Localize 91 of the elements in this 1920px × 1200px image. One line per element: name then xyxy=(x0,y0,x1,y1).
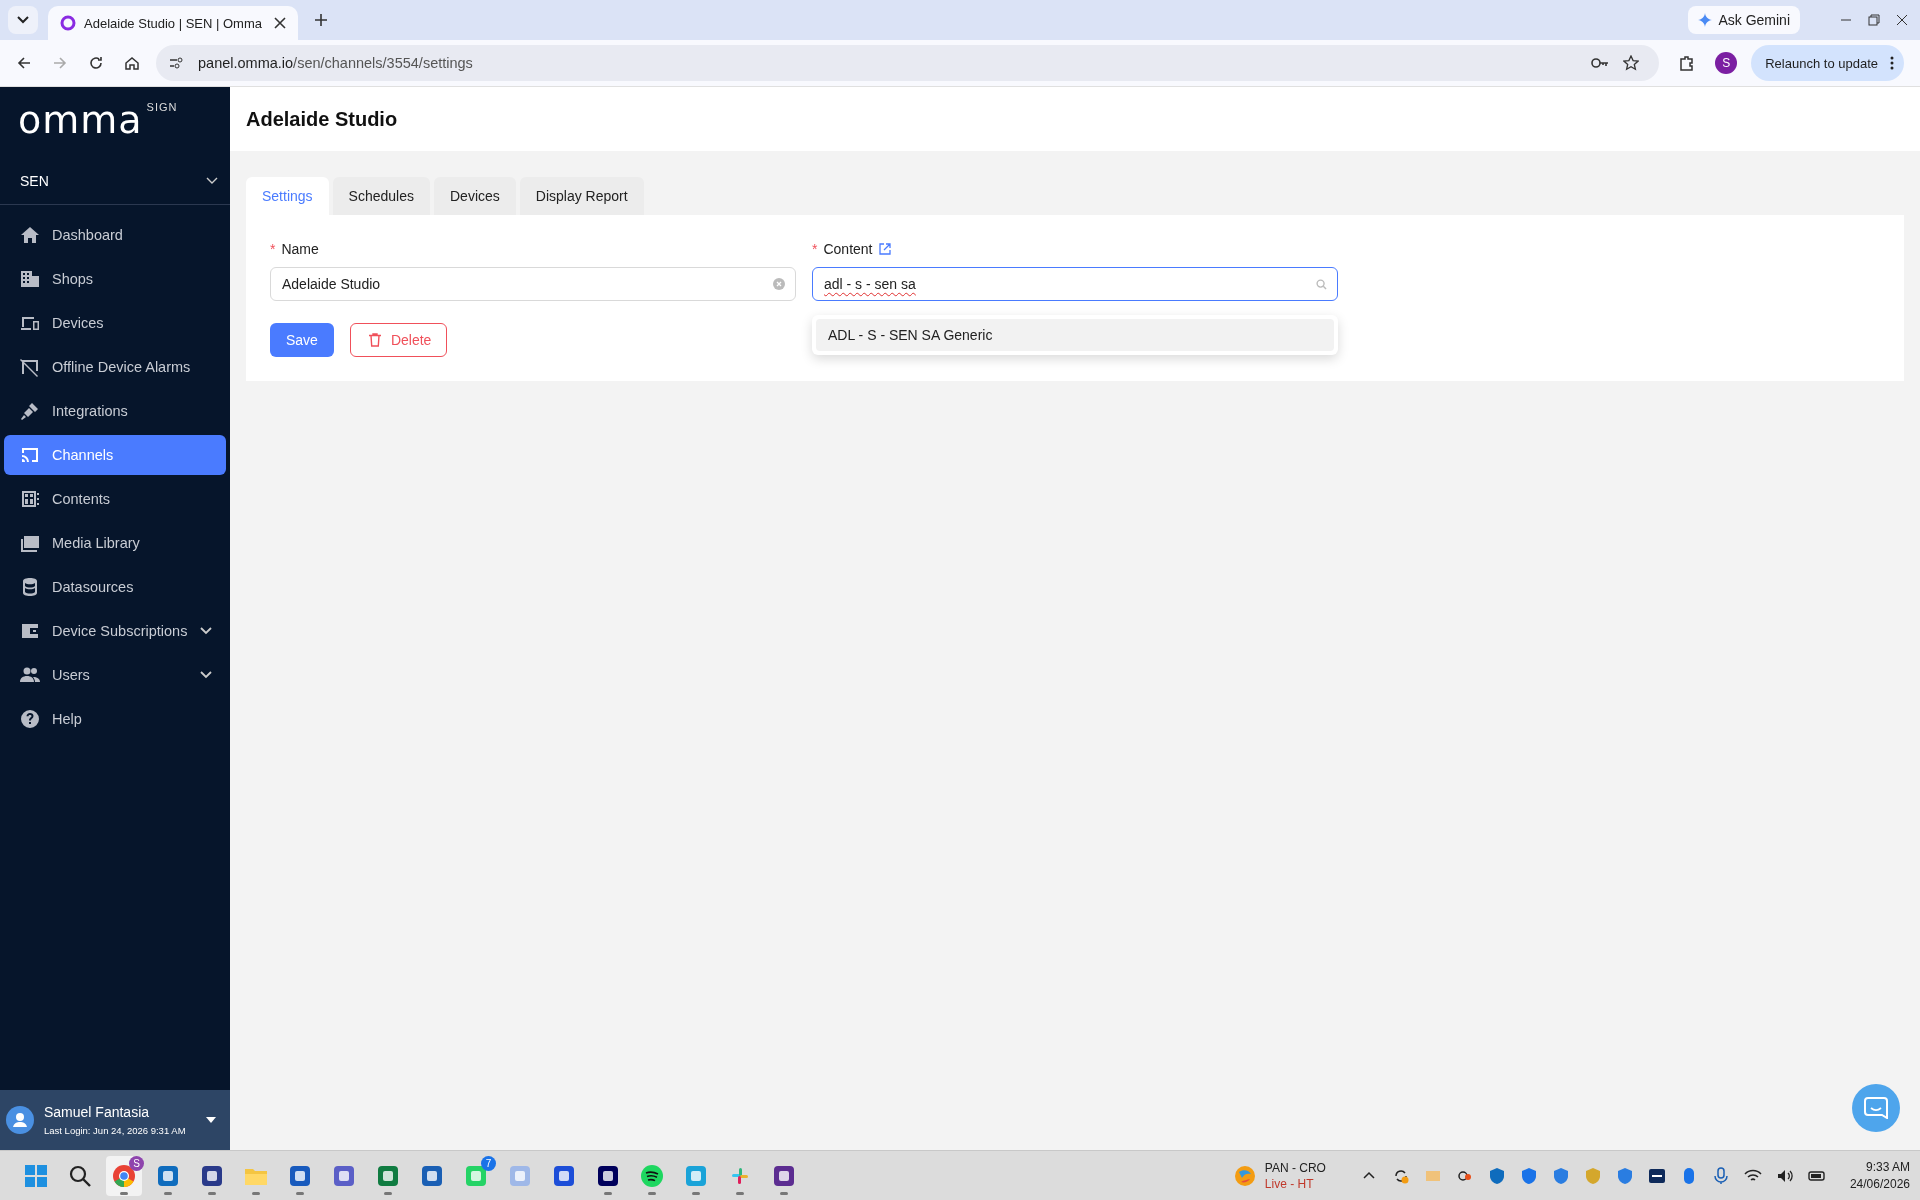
dropdown-option[interactable]: ADL - S - SEN SA Generic xyxy=(816,319,1334,351)
notification-badge: S xyxy=(129,1155,144,1171)
chevron-down-icon xyxy=(206,176,218,185)
taskbar-app[interactable]: 7 xyxy=(458,1155,494,1196)
user-panel[interactable]: Samuel Fantasia Last Login: Jun 24, 2026 9:31 AM xyxy=(0,1090,230,1150)
app-logo-icon xyxy=(60,15,76,31)
square-app-icon xyxy=(772,1163,796,1188)
users-icon xyxy=(20,665,40,685)
nav-item[interactable]: Devices xyxy=(4,303,226,343)
field-label: Name xyxy=(281,241,319,257)
reload-icon[interactable] xyxy=(88,55,104,71)
offline-icon xyxy=(20,357,40,377)
relaunch-button[interactable]: Relaunch to update xyxy=(1751,45,1904,81)
nav-item[interactable]: Integrations xyxy=(4,391,226,431)
nav-item[interactable]: Media Library xyxy=(4,523,226,563)
nav-item[interactable]: Dashboard xyxy=(4,215,226,255)
profile-avatar[interactable]: S xyxy=(1715,52,1738,74)
home-icon[interactable] xyxy=(124,55,140,71)
tab[interactable]: Settings xyxy=(246,177,329,215)
ask-gemini-button[interactable]: Ask Gemini xyxy=(1688,6,1800,34)
cast-icon xyxy=(20,445,40,465)
site-settings-icon[interactable] xyxy=(168,55,184,71)
url-text: panel.omma.io/sen/channels/3554/settings xyxy=(198,55,473,71)
plug-icon xyxy=(20,401,40,421)
nav-item[interactable]: Channels xyxy=(4,435,226,475)
nav-item[interactable]: Help xyxy=(4,699,226,739)
search-icon xyxy=(68,1163,92,1188)
more-icon xyxy=(1890,56,1894,70)
nav-item[interactable]: Device Subscriptions xyxy=(4,611,226,651)
user-name: Samuel Fantasia xyxy=(44,1104,151,1120)
widget[interactable]: PAN - CRO Live - HT xyxy=(1232,1160,1326,1191)
close-icon[interactable] xyxy=(1896,14,1908,26)
widget-title: PAN - CRO xyxy=(1264,1160,1326,1175)
text-field[interactable]: Adelaide Studio xyxy=(270,267,796,301)
windows-logo-icon xyxy=(24,1163,48,1188)
colorful-logo-icon xyxy=(1232,1163,1257,1188)
browser-icon xyxy=(112,1163,136,1188)
wallet-icon xyxy=(20,621,40,641)
required-mark: * xyxy=(812,241,818,257)
sparkle-icon xyxy=(1698,13,1713,27)
organization-selector[interactable]: SEN xyxy=(0,157,230,205)
browser-tab[interactable]: Adelaide Studio | SEN | Omma xyxy=(48,6,298,40)
last-login-text: Last Login: Jun 24, 2026 9:31 AM xyxy=(44,1125,187,1136)
building-icon xyxy=(20,269,40,289)
taskbar-app[interactable]: S xyxy=(106,1155,142,1196)
user-avatar-icon xyxy=(6,1106,34,1134)
new-tab-icon[interactable] xyxy=(314,13,328,27)
search-icon xyxy=(1316,278,1327,290)
nav-item[interactable]: Users xyxy=(4,655,226,695)
widget-subtitle: Live - HT xyxy=(1264,1176,1315,1191)
help-icon xyxy=(20,709,40,729)
database-icon xyxy=(20,577,40,597)
delete-button[interactable]: Delete xyxy=(349,323,448,357)
tab[interactable]: Devices xyxy=(434,177,516,215)
field-label: Content xyxy=(823,241,873,257)
grid-icon xyxy=(20,489,40,509)
external-link-icon[interactable] xyxy=(878,243,891,255)
chevron-down-icon[interactable] xyxy=(200,671,212,679)
logo: omma$^{SIGN}$ xyxy=(17,97,179,144)
home-icon xyxy=(20,225,40,245)
images-icon xyxy=(20,533,40,553)
chat-icon xyxy=(1864,1097,1888,1119)
key-icon[interactable] xyxy=(1591,57,1610,69)
chevron-down-icon xyxy=(17,16,29,24)
puzzle-icon[interactable] xyxy=(1679,55,1696,71)
back-icon[interactable] xyxy=(16,55,32,71)
tab-search-button[interactable] xyxy=(8,6,38,34)
chevron-down-icon[interactable] xyxy=(200,627,212,635)
notification-badge: 7 xyxy=(481,1155,496,1171)
search-field[interactable]: adl - s - sen sa xyxy=(812,267,1338,301)
nav-item[interactable]: Offline Device Alarms xyxy=(4,347,226,387)
tab-title: Adelaide Studio | SEN | Omma xyxy=(84,15,263,31)
music-app-icon xyxy=(640,1163,664,1188)
microphone-icon[interactable] xyxy=(1711,1166,1730,1185)
nav-item[interactable]: Datasources xyxy=(4,567,226,607)
close-icon[interactable] xyxy=(274,17,286,29)
clock-date[interactable]: 24/06/2026 xyxy=(1849,1177,1910,1191)
nav-item[interactable]: Contents xyxy=(4,479,226,519)
caret-down-icon xyxy=(206,1117,216,1123)
chat-button[interactable] xyxy=(1852,1084,1900,1132)
star-icon[interactable] xyxy=(1623,55,1640,71)
tab[interactable]: Schedules xyxy=(332,177,430,215)
page-title: Adelaide Studio xyxy=(246,107,398,131)
trash-icon xyxy=(368,333,381,347)
tab[interactable]: Display Report xyxy=(519,177,644,215)
nav-item[interactable]: Shops xyxy=(4,259,226,299)
required-mark: * xyxy=(270,241,276,257)
save-button[interactable]: Save xyxy=(270,323,334,357)
clock-time[interactable]: 9:33 AM xyxy=(1865,1160,1910,1174)
restore-icon[interactable] xyxy=(1868,14,1880,26)
address-bar[interactable]: panel.omma.io/sen/channels/3554/settings xyxy=(156,45,1660,81)
